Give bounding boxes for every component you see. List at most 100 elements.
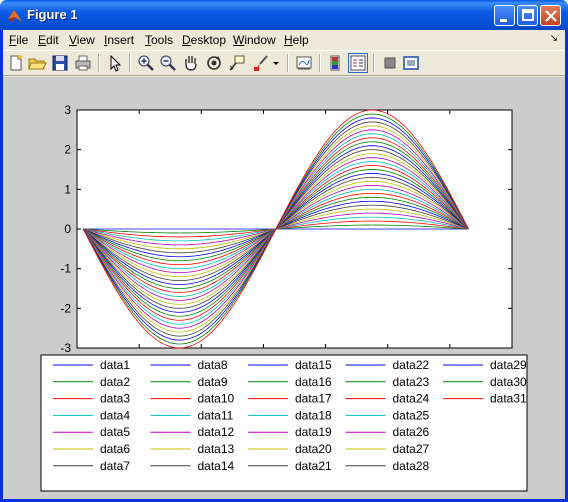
- legend-entry-label: data12: [198, 425, 235, 439]
- legend-entry-label: data13: [198, 442, 235, 456]
- menu-help-label: elp: [292, 33, 309, 47]
- menu-desktop-label: esktop: [190, 33, 227, 47]
- minimize-button[interactable]: [494, 5, 515, 26]
- zoom-out-button[interactable]: [158, 53, 178, 73]
- maximize-button[interactable]: [517, 5, 538, 26]
- legend-entry-label: data25: [393, 408, 430, 422]
- legend-entry-label: data7: [100, 459, 130, 473]
- data-cursor-button[interactable]: [227, 53, 247, 73]
- legend-entry-label: data18: [295, 408, 332, 422]
- figure-window: Figure 1 File Edit View Insert Tools Des…: [0, 0, 568, 502]
- dock-arrow-icon[interactable]: ↘: [550, 33, 558, 44]
- menu-insert[interactable]: Insert: [104, 33, 134, 47]
- legend-entry-label: data14: [198, 459, 235, 473]
- insert-colorbar-button[interactable]: [325, 53, 345, 73]
- legend-entry-label: data24: [393, 392, 430, 406]
- menu-desktop-hotkey: D: [182, 33, 191, 47]
- menu-edit-label: dit: [46, 33, 59, 47]
- pointer-arrow-icon: [110, 54, 122, 72]
- legend-entry-label: data1: [100, 358, 130, 372]
- y-tick-label: 0: [64, 222, 71, 236]
- hide-plot-tools-icon: [384, 57, 396, 69]
- zoom-in-icon: [138, 55, 154, 71]
- y-tick-label: 2: [64, 143, 71, 157]
- close-button[interactable]: [540, 5, 561, 26]
- menu-tools[interactable]: Tools: [145, 33, 173, 47]
- maximize-icon: [522, 9, 534, 21]
- menu-desktop[interactable]: Desktop: [182, 33, 226, 47]
- legend-entry-label: data23: [393, 375, 430, 389]
- legend-entry-label: data30: [490, 375, 527, 389]
- toolbar-separator: [373, 54, 375, 72]
- y-tick-label: -2: [60, 301, 71, 315]
- pan-hand-icon: [185, 56, 197, 71]
- link-plot-icon: [296, 56, 312, 70]
- show-plot-tools-icon: [403, 56, 419, 70]
- insert-legend-button[interactable]: [348, 53, 368, 73]
- brush-button[interactable]: [251, 53, 271, 73]
- hide-plot-tools-button[interactable]: [380, 53, 400, 73]
- new-file-icon: [10, 55, 22, 71]
- menu-window[interactable]: Window: [233, 33, 276, 47]
- toolbar-separator: [98, 54, 100, 72]
- zoom-in-button[interactable]: [136, 53, 156, 73]
- figure-toolbar: [3, 50, 565, 76]
- print-figure-button[interactable]: [73, 53, 93, 73]
- legend[interactable]: data1 data2 data3 data4 data5 data6 data7 data8…: [40, 354, 528, 492]
- title-bar[interactable]: Figure 1: [0, 0, 568, 30]
- legend-entry-label: data3: [100, 392, 130, 406]
- menu-help-hotkey: H: [284, 33, 293, 47]
- menu-view[interactable]: View: [69, 33, 95, 47]
- brush-dropdown-button[interactable]: [271, 53, 281, 73]
- open-file-button[interactable]: [27, 53, 47, 73]
- menu-tools-label: ools: [151, 33, 174, 47]
- menu-view-label: iew: [76, 33, 95, 47]
- menu-bar: File Edit View Insert Tools Desktop Wind…: [3, 30, 565, 50]
- menu-edit-hotkey: E: [38, 33, 47, 47]
- legend-icon: [350, 55, 366, 71]
- toolbar-separator: [287, 54, 289, 72]
- y-tick-label: 1: [64, 182, 71, 196]
- edit-plot-button[interactable]: [105, 53, 125, 73]
- matlab-logo-icon: [8, 10, 22, 22]
- legend-entry-label: data22: [393, 358, 430, 372]
- plot-svg[interactable]: 0102030405060703210-1-2-3 data1data2data…: [3, 77, 565, 499]
- window-title: Figure 1: [27, 7, 78, 22]
- legend-entry-label: data10: [198, 392, 235, 406]
- legend-entry-label: data31: [490, 392, 527, 406]
- menu-window-hotkey: W: [233, 33, 245, 47]
- close-icon: [545, 10, 557, 22]
- window-client: File Edit View Insert Tools Desktop Wind…: [3, 30, 565, 499]
- menu-help[interactable]: Help: [284, 33, 309, 47]
- link-plot-button[interactable]: [294, 53, 314, 73]
- legend-entry-label: data19: [295, 425, 332, 439]
- minimize-icon: [500, 19, 507, 22]
- printer-icon: [75, 55, 91, 71]
- show-plot-tools-button[interactable]: [401, 53, 421, 73]
- pan-button[interactable]: [181, 53, 201, 73]
- legend-entry-label: data15: [295, 358, 332, 372]
- brush-icon: [254, 55, 268, 71]
- save-disk-icon: [52, 55, 68, 71]
- menu-edit[interactable]: Edit: [38, 33, 59, 47]
- legend-entry-label: data29: [490, 358, 527, 372]
- legend-entry-label: data26: [393, 425, 430, 439]
- legend-entry-label: data4: [100, 408, 130, 422]
- toolbar-separator: [129, 54, 131, 72]
- legend-entry-label: data8: [198, 358, 228, 372]
- menu-file[interactable]: File: [9, 33, 28, 47]
- legend-entry-label: data27: [393, 442, 430, 456]
- y-tick-label: 3: [64, 103, 71, 117]
- rotate-3d-button[interactable]: [204, 53, 224, 73]
- zoom-out-icon: [160, 55, 176, 71]
- menu-file-label: ile: [16, 33, 29, 47]
- save-figure-button[interactable]: [50, 53, 70, 73]
- legend-entry-label: data5: [100, 425, 130, 439]
- rotate-3d-icon: [207, 56, 221, 70]
- menu-view-hotkey: V: [69, 33, 77, 47]
- menu-insert-label: nsert: [107, 33, 135, 47]
- y-tick-label: -3: [60, 341, 71, 355]
- new-figure-button[interactable]: [6, 53, 26, 73]
- chevron-down-icon: [273, 62, 279, 65]
- legend-entry-label: data17: [295, 392, 332, 406]
